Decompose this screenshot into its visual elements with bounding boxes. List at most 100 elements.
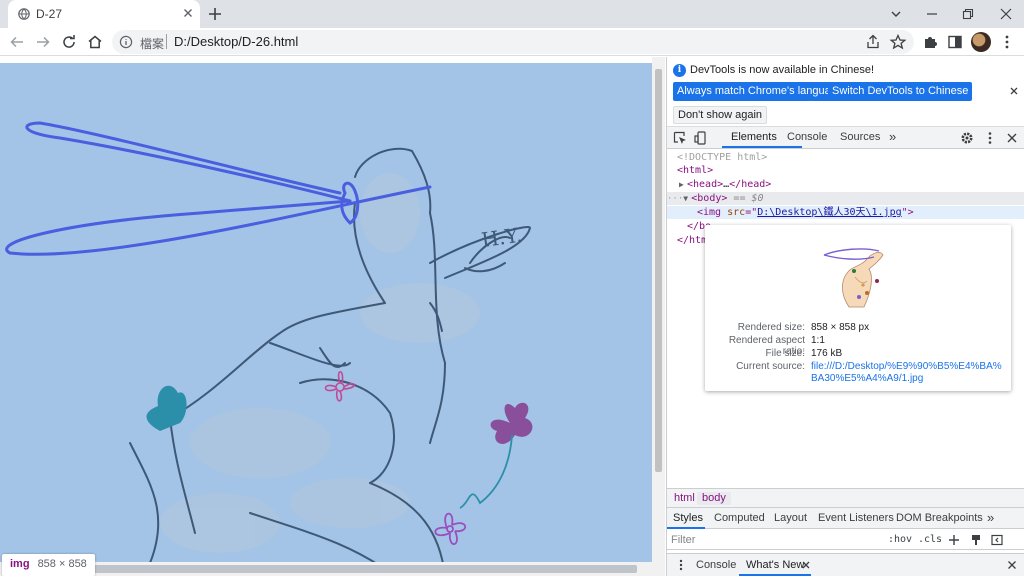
tab-event-listeners[interactable]: Event Listeners [818, 512, 894, 524]
whats-new-close-icon[interactable] [801, 560, 811, 570]
dom-line-head[interactable]: ▶ <head>…</head> [667, 178, 1024, 191]
tab-console[interactable]: Console [787, 131, 827, 143]
address-bar[interactable]: 檔案 D:/Desktop/D-26.html [112, 30, 914, 54]
element-hover-chip: img 858 × 858 [2, 554, 95, 576]
home-icon[interactable] [86, 33, 104, 51]
tab-close-icon[interactable] [180, 5, 196, 21]
tooltip-aspect-value: 1:1 [811, 335, 825, 346]
settings-gear-icon[interactable] [959, 130, 975, 146]
dom-img-open: <img [697, 207, 722, 218]
reload-icon[interactable] [60, 33, 78, 51]
tooltip-filesize-label: File size: [765, 348, 805, 359]
more-style-tabs-chevron[interactable]: » [987, 510, 994, 525]
element-state-paint-icon[interactable] [969, 533, 983, 547]
dont-show-again-button[interactable]: Don't show again [673, 106, 768, 124]
dom-line-doctype[interactable]: <!DOCTYPE html> [667, 151, 1024, 164]
address-scheme-label: 檔案 [140, 37, 165, 51]
breadcrumb-body[interactable]: body [697, 492, 731, 505]
browser-tab[interactable]: D-27 [8, 0, 200, 28]
active-tab-indicator [722, 146, 802, 148]
tab-elements[interactable]: Elements [731, 131, 777, 143]
tab-title: D-27 [36, 7, 63, 21]
breadcrumb-html[interactable]: html [669, 492, 700, 505]
share-icon[interactable] [864, 33, 882, 51]
more-tabs-chevron[interactable]: » [889, 129, 896, 144]
rendered-image[interactable]: H.Y. [0, 63, 652, 576]
dom-line-html[interactable]: <html> [667, 164, 1024, 177]
dom-line-img[interactable]: <img src="D:\Desktop\鐵人30天\1.jpg"> [667, 206, 1024, 219]
browser-menu-kebab-icon[interactable] [998, 33, 1016, 51]
page-viewport: H.Y. [0, 57, 652, 576]
profile-avatar[interactable] [971, 32, 991, 52]
side-panel-icon[interactable] [946, 33, 964, 51]
page-horizontal-scrollbar[interactable] [0, 562, 652, 576]
dom-selected-marker: == $0 [733, 193, 764, 204]
drawer-tab-whats-new[interactable]: What's New [746, 559, 804, 571]
styles-pane-tabs: Styles Computed Layout Event Listeners D… [667, 508, 1024, 529]
expand-triangle-icon[interactable]: ▶ [679, 178, 687, 191]
tab-computed[interactable]: Computed [714, 512, 765, 524]
styles-active-indicator [667, 527, 705, 529]
dom-head-open: <head> [687, 179, 724, 190]
dom-src-link[interactable]: D:\Desktop\鐵人30天\1.jpg [757, 207, 901, 218]
dom-line-body[interactable]: ···▼ <body> == $0 [667, 192, 1024, 205]
drawer-tab-console[interactable]: Console [696, 559, 736, 571]
forward-arrow-icon[interactable] [34, 33, 52, 51]
bookmark-star-icon[interactable] [889, 33, 907, 51]
switch-to-chinese-button[interactable]: Switch DevTools to Chinese [828, 82, 973, 101]
new-style-rule-plus-icon[interactable] [947, 533, 961, 547]
tooltip-source-link[interactable]: file:///D:/Desktop/%E9%90%B5%E4%BA%BA30%… [811, 361, 1007, 385]
language-infobar: i DevTools is now available in Chinese! … [667, 57, 1024, 127]
window-close-icon[interactable] [996, 4, 1016, 24]
tab-dom-breakpoints[interactable]: DOM Breakpoints [896, 512, 983, 524]
dom-html-close: </htm [677, 235, 708, 246]
devtools-main-tabs: Elements Console Sources » [667, 127, 1024, 149]
dom-html-open: <html> [677, 165, 714, 176]
back-arrow-icon[interactable] [8, 33, 26, 51]
extensions-puzzle-icon[interactable] [921, 33, 939, 51]
tab-sources[interactable]: Sources [840, 131, 880, 143]
new-tab-icon[interactable] [206, 5, 224, 23]
drawer-close-icon[interactable] [1007, 560, 1017, 570]
chip-tag: img [10, 558, 30, 570]
tooltip-source-label: Current source: [736, 361, 805, 372]
dom-doctype-text: <!DOCTYPE html> [677, 152, 768, 163]
infobar-close-icon[interactable] [1007, 84, 1021, 98]
address-separator [166, 34, 167, 49]
dom-src-attr: src [727, 207, 746, 218]
cls-toggle[interactable]: .cls [918, 534, 942, 545]
devtools-close-icon[interactable] [1004, 130, 1020, 146]
horizontal-scroll-thumb[interactable] [92, 565, 637, 573]
inspect-element-icon[interactable] [672, 130, 688, 146]
always-match-language-button[interactable]: Always match Chrome's language [673, 82, 847, 101]
device-toolbar-icon[interactable] [693, 130, 709, 146]
image-preview-tooltip: Rendered size: 858 × 858 px Rendered asp… [705, 225, 1011, 391]
globe-icon [18, 8, 30, 20]
chip-dimensions: 858 × 858 [37, 558, 87, 570]
address-url[interactable]: D:/Desktop/D-26.html [174, 34, 298, 49]
toggle-sidebar-icon[interactable] [990, 533, 1004, 547]
hov-toggle[interactable]: :hov [888, 534, 912, 545]
image-preview-thumbnail [819, 237, 895, 313]
styles-filter-input[interactable] [669, 532, 879, 548]
tab-styles[interactable]: Styles [673, 512, 703, 524]
dom-body-open: <body> [691, 193, 728, 204]
infobar-message: DevTools is now available in Chinese! [690, 64, 875, 76]
dom-img-close: > [907, 207, 914, 218]
vertical-scroll-thumb[interactable] [655, 69, 662, 472]
browser-toolbar: 檔案 D:/Desktop/D-26.html [0, 28, 1024, 56]
drawer-kebab-icon[interactable] [675, 558, 687, 572]
tooltip-filesize-value: 176 kB [811, 348, 843, 359]
tab-search-chevron-icon[interactable] [886, 4, 906, 24]
devtools-drawer: Console What's New [667, 553, 1024, 576]
tab-layout[interactable]: Layout [774, 512, 807, 524]
minimize-icon[interactable] [922, 4, 942, 24]
restore-icon[interactable] [958, 4, 978, 24]
breadcrumb: html body [667, 488, 1024, 508]
dom-head-close: </head> [729, 179, 772, 190]
site-info-icon[interactable] [119, 35, 133, 49]
page-vertical-scrollbar[interactable] [652, 57, 665, 576]
devtools-kebab-icon[interactable] [982, 130, 998, 146]
dom-ellipsis-icon[interactable]: ··· [667, 194, 683, 204]
tab-strip: D-27 [0, 0, 1024, 28]
